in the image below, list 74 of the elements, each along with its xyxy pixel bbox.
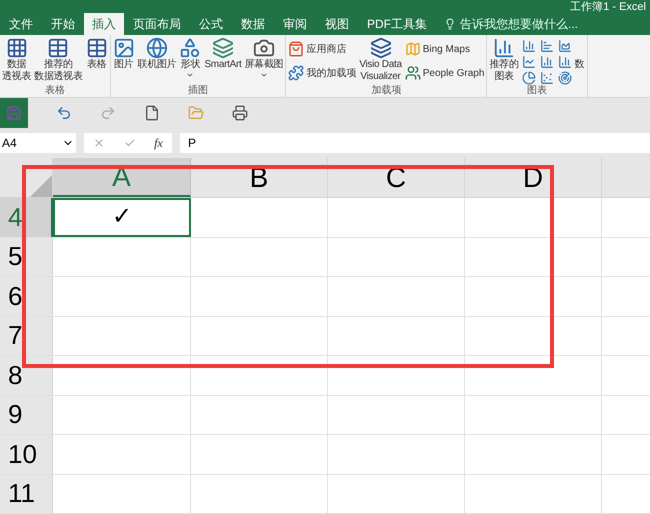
ribbon-button[interactable]: 表格 [86, 37, 108, 72]
ribbon-button[interactable]: 联机图片 [138, 37, 176, 72]
row-header[interactable]: 4 [0, 198, 53, 236]
ribbon-button[interactable]: SmartArt [204, 37, 242, 72]
ribbon-button[interactable]: 形状 [179, 37, 202, 80]
ribbon-tab[interactable]: 审阅 [274, 13, 316, 36]
tell-me-placeholder: 告诉我您想要做什么... [460, 16, 578, 34]
formula-value: P [188, 135, 196, 152]
ribbon-tab[interactable]: 数据 [232, 13, 274, 36]
redo-icon[interactable] [100, 105, 116, 121]
new-file-icon[interactable] [144, 105, 160, 121]
name-box[interactable]: A4 [0, 133, 76, 153]
group-label: 表格 [44, 85, 65, 97]
formula-field[interactable]: P [180, 133, 650, 153]
ribbon-tab[interactable]: 页面布局 [124, 13, 190, 36]
picture-icon [112, 37, 135, 60]
row-header[interactable]: 11 [0, 474, 53, 513]
ribbon-label: 数 [574, 58, 585, 72]
folder-icon[interactable] [188, 105, 204, 121]
people-icon [404, 65, 421, 82]
row-header[interactable]: 7 [0, 316, 53, 355]
ribbon-tab[interactable]: PDF工具集 [358, 13, 436, 36]
grid-cell[interactable]: ✓ [53, 198, 191, 236]
area-chart-icon[interactable] [558, 39, 572, 54]
fx-button[interactable]: fx [154, 134, 163, 152]
group-label: 加载项 [371, 85, 402, 97]
row-header[interactable]: 8 [0, 356, 53, 394]
group-label: 插图 [188, 85, 208, 97]
window-title: 工作簿1 - Excel [570, 0, 646, 14]
group-label: 图表 [526, 85, 547, 97]
enter-icon[interactable] [124, 137, 136, 149]
ribbon-button[interactable]: 推荐的 数据透视表 [34, 37, 83, 84]
map-icon [404, 41, 421, 58]
pie-chart-icon[interactable] [522, 71, 536, 86]
radar-chart-icon[interactable] [558, 71, 572, 86]
shapes-icon [179, 37, 202, 60]
name-box-value: A4 [2, 135, 17, 152]
ribbon-small-button[interactable]: Bing Maps [404, 41, 484, 58]
ribbon-tab[interactable]: 插入 [84, 13, 124, 36]
ribbon-button[interactable]: 屏幕截图 [244, 37, 284, 80]
ribbon-button[interactable]: 推荐的 图表 [489, 37, 519, 84]
combo-chart-icon[interactable] [558, 55, 572, 70]
lightbulb-icon [444, 18, 456, 30]
table-icon [86, 37, 108, 60]
statistic-chart-icon[interactable] [540, 55, 554, 70]
column-header[interactable] [602, 158, 650, 197]
line-chart-icon[interactable] [522, 55, 536, 70]
cancel-icon[interactable] [93, 137, 106, 149]
printer-icon[interactable] [232, 105, 248, 121]
ribbon-tab[interactable]: 文件 [0, 13, 42, 36]
save-icon [6, 105, 22, 121]
row-header[interactable]: 9 [0, 396, 53, 434]
column-chart-icon[interactable] [522, 39, 536, 54]
camera-icon [252, 37, 275, 60]
ribbon-button[interactable]: 图片 [112, 37, 135, 72]
row-header[interactable]: 10 [0, 435, 53, 474]
globe-picture-icon [146, 37, 168, 60]
ribbon-button[interactable]: Visio Data Visualizer [359, 37, 402, 84]
row-header[interactable]: 6 [0, 277, 53, 316]
ribbon-button[interactable]: 数据 透视表 [2, 37, 32, 84]
store-icon [288, 41, 304, 58]
ribbon-small-button[interactable]: 应用商店 [288, 41, 356, 58]
ribbon-small-button[interactable]: 我的加载项 [288, 65, 356, 82]
save-button[interactable] [0, 98, 28, 128]
bar-chart-icon[interactable] [540, 39, 554, 54]
ribbon-tab[interactable]: 公式 [190, 13, 232, 36]
row-header[interactable]: 5 [0, 238, 53, 276]
ribbon-tab[interactable]: 开始 [42, 13, 84, 36]
ribbon-small-button[interactable]: People Graph [404, 65, 484, 82]
scatter-chart-icon[interactable] [540, 71, 554, 86]
undo-icon[interactable] [56, 105, 72, 121]
tell-me-field[interactable]: 告诉我您想要做什么... [444, 13, 578, 36]
ribbon-tab[interactable]: 视图 [316, 13, 358, 36]
puzzle-icon [288, 65, 304, 82]
